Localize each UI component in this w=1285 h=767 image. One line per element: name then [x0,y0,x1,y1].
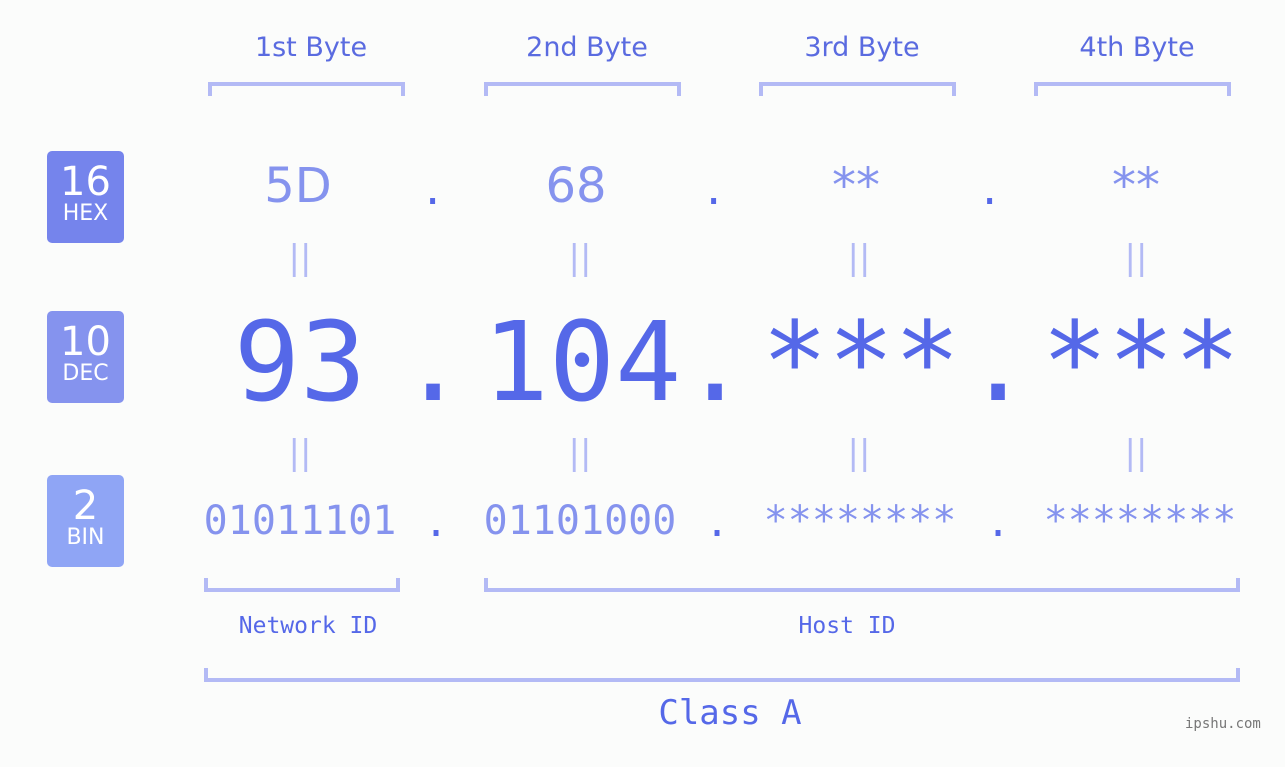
class-label: Class A [658,693,802,733]
dec-separator: . [400,298,467,426]
hex-value-1: 5D [264,158,332,214]
dec-separator: . [682,298,749,426]
hex-base-number: 16 [60,159,111,205]
hex-separator: . [706,160,722,216]
host-bracket [484,578,1240,592]
equals-sign: || [847,433,871,473]
byte-bracket-2 [484,82,681,96]
byte-label-1: 1st Byte [254,32,368,63]
byte-bracket-3 [759,82,956,96]
equals-sign: || [847,238,871,278]
dec-value-2: 104 [482,298,682,426]
network-id-label: Network ID [238,613,378,639]
dec-base-number: 10 [60,319,111,365]
host-id-label: Host ID [798,613,896,639]
bin-value-2: 01101000 [483,498,677,544]
bin-separator: . [424,500,449,546]
byte-label-3: 3rd Byte [804,32,920,63]
hex-separator: . [425,160,441,216]
bin-base-number: 2 [72,483,99,529]
dec-separator: . [965,298,1032,426]
hex-badge: 16 HEX [47,151,124,243]
hex-base-unit: HEX [62,201,109,226]
byte-bracket-4 [1034,82,1231,96]
equals-sign: || [1124,238,1148,278]
hex-value-2: 68 [545,158,607,214]
byte-label-2: 2nd Byte [526,32,648,63]
class-bracket [204,668,1240,682]
network-bracket [204,578,400,592]
bin-value-3: ******** [763,498,957,544]
watermark: ipshu.com [1185,716,1261,732]
bin-value-1: 01011101 [203,498,397,544]
bin-badge: 2 BIN [47,475,124,567]
hex-value-3: ** [832,158,880,214]
dec-value-3: *** [761,298,961,426]
bin-separator: . [705,500,730,546]
equals-sign: || [568,238,592,278]
bin-value-4: ******** [1043,498,1237,544]
bin-base-unit: BIN [66,525,105,550]
dec-badge: 10 DEC [47,311,124,403]
equals-sign: || [288,238,312,278]
dec-base-unit: DEC [62,361,109,386]
equals-sign: || [568,433,592,473]
equals-sign: || [1124,433,1148,473]
byte-label-4: 4th Byte [1079,32,1195,63]
byte-bracket-1 [208,82,405,96]
dec-value-4: *** [1041,298,1241,426]
hex-separator: . [982,160,998,216]
hex-value-4: ** [1112,158,1160,214]
equals-sign: || [288,433,312,473]
bin-separator: . [986,500,1011,546]
dec-value-1: 93 [233,298,367,426]
